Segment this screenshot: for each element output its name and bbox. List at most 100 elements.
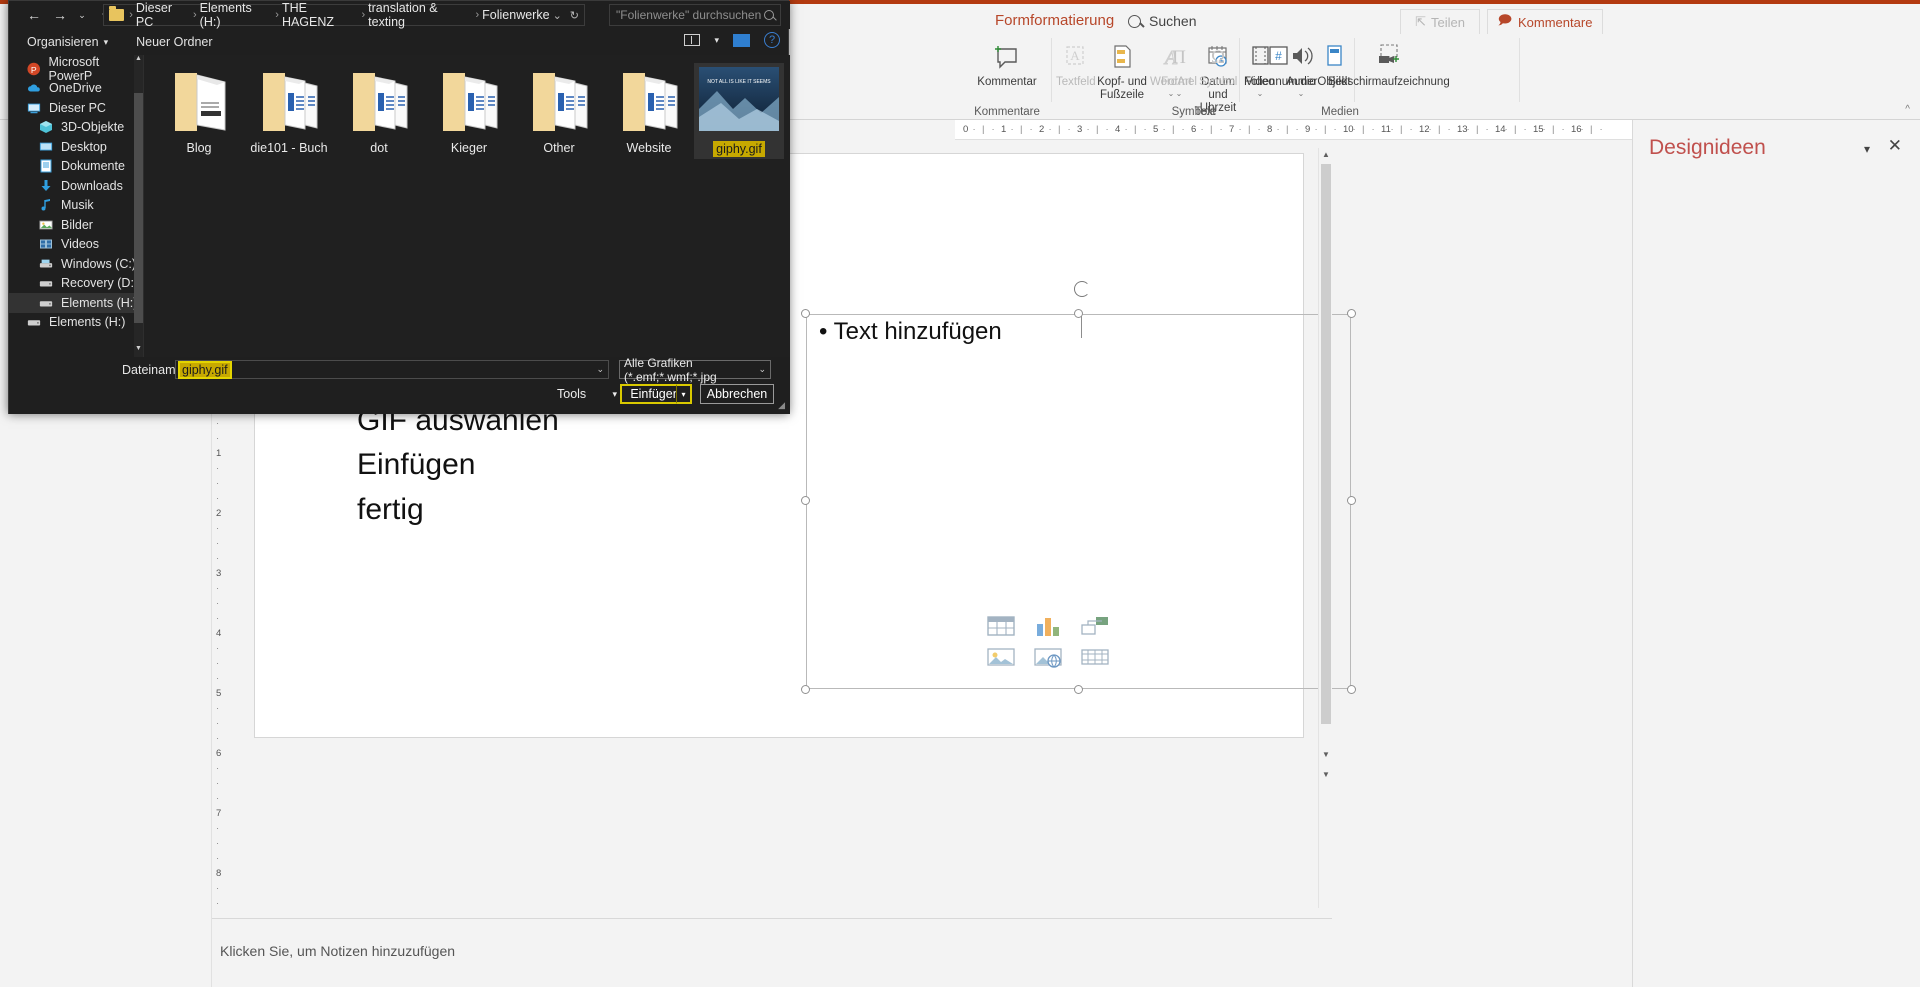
file-item-website[interactable]: Website [604, 63, 694, 159]
scroll-up-icon[interactable]: ▲ [1319, 148, 1333, 162]
comments-button[interactable]: 🗩 Kommentare [1487, 9, 1603, 35]
folder-icon [263, 73, 318, 131]
file-item-giphy-gif-selected[interactable]: NOT ALL IS LIKE IT SEEMS giphy.gif [694, 63, 784, 159]
breadcrumb-bar[interactable]: › Dieser PC › Elements (H:) › THE HAGENZ… [103, 1, 585, 29]
ribbon-item-video[interactable]: Video ⌄ [1240, 36, 1280, 98]
collapse-ribbon-icon[interactable]: ^ [1905, 104, 1910, 115]
slide-body-text[interactable]: GIF auswählen Einfügen fertig [357, 399, 559, 532]
chevron-down-icon[interactable]: ▾ [104, 37, 109, 48]
file-item-blog[interactable]: Blog [154, 63, 244, 159]
tools-button[interactable]: Tools ▾ [557, 385, 617, 403]
file-item-kieger[interactable]: Kieger [424, 63, 514, 159]
file-list-area[interactable]: Blog die101 - Buch dot Kieger Other Webs… [143, 55, 790, 357]
back-button[interactable]: ← [21, 2, 47, 28]
resize-handle-n[interactable] [1074, 309, 1083, 318]
chevron-down-icon[interactable]: ⌄ [1280, 89, 1322, 98]
ribbon-item-audio[interactable]: Audio ⌄ [1280, 36, 1322, 98]
chevron-down-icon[interactable]: ▾ [714, 35, 719, 46]
recent-locations-button[interactable]: ⌄ [73, 2, 91, 28]
insert-chart-icon[interactable] [1033, 614, 1063, 638]
sidebar-item-elements-h-selected[interactable]: Elements (H:) [9, 293, 143, 313]
ribbon-item-kommentar[interactable]: Kommentar [976, 36, 1038, 89]
resize-handle-ne[interactable] [1347, 309, 1356, 318]
resize-handle-s[interactable] [1074, 685, 1083, 694]
chevron-down-icon[interactable]: ⌄ [596, 364, 604, 375]
breadcrumb-item[interactable]: THE HAGENZ [282, 1, 359, 29]
sidebar-item-downloads[interactable]: Downloads [9, 176, 143, 196]
tab-formformatierung[interactable]: Formformatierung [995, 12, 1114, 29]
scrollbar-thumb[interactable] [1321, 164, 1331, 724]
ribbon-item-kopf-fusszeile[interactable]: Kopf- und Fußzeile [1095, 36, 1149, 102]
search-input[interactable]: "Folienwerke" durchsuchen [609, 4, 781, 26]
insert-online-picture-icon[interactable] [1033, 645, 1063, 669]
scrollbar-thumb[interactable] [134, 93, 143, 323]
share-button[interactable]: ⇱ Teilen [1400, 9, 1480, 35]
file-item-other[interactable]: Other [514, 63, 604, 159]
placeholder-prompt-text: • Text hinzufügen [819, 318, 1002, 345]
resize-handle-e[interactable] [1347, 496, 1356, 505]
refresh-icon[interactable]: ↻ [570, 9, 579, 22]
chevron-down-icon[interactable]: ⌄ [1240, 89, 1280, 98]
ribbon-item-formel[interactable]: Π Formel ⌄ [1160, 36, 1198, 98]
sidebar-item-powerpoint[interactable]: P Microsoft PowerP [9, 55, 143, 83]
resize-handle-se[interactable] [1347, 685, 1356, 694]
scroll-up-icon[interactable]: ▲ [134, 55, 143, 67]
ribbon-item-symbol[interactable]: Ω Symbol [1198, 36, 1238, 89]
filename-input[interactable]: giphy.gif ⌄ [175, 360, 609, 379]
ribbon-search[interactable]: Suchen [1128, 13, 1196, 29]
breadcrumb-item[interactable]: Elements (H:) [200, 1, 273, 29]
resize-handle-sw[interactable] [801, 685, 810, 694]
ruler-minor-tick: | [1248, 124, 1251, 135]
sidebar-item-videos[interactable]: Videos [9, 235, 143, 255]
ribbon-item-textfeld[interactable]: A Textfeld [1055, 36, 1096, 89]
breadcrumb-item[interactable]: translation & texting [368, 1, 472, 29]
organize-button[interactable]: Organisieren [27, 35, 99, 49]
sidebar-item-3d-objekte[interactable]: 3D-Objekte [9, 118, 143, 138]
close-icon[interactable]: ✕ [1888, 136, 1902, 156]
insert-dropdown-button[interactable]: ▾ [676, 384, 692, 404]
preview-pane-icon[interactable] [733, 33, 750, 47]
sidebar-scrollbar[interactable]: ▲ ▼ [134, 55, 143, 357]
sidebar-item-elements-h[interactable]: Elements (H:) [9, 313, 143, 333]
rotate-handle[interactable] [1074, 281, 1090, 338]
file-item-dot[interactable]: dot [334, 63, 424, 159]
sidebar-item-windows-c[interactable]: Windows (C:) [9, 254, 143, 274]
ruler-minor-tick: · [1010, 124, 1014, 135]
insert-smartart-icon[interactable] [1080, 614, 1110, 638]
scroll-down-icon[interactable]: ▼ [1319, 748, 1333, 762]
resize-grip-icon[interactable]: ◢ [778, 400, 785, 411]
chevron-down-icon[interactable]: ⌄ [553, 9, 562, 22]
chevron-down-icon[interactable]: ▾ [1864, 142, 1870, 156]
filetype-select[interactable]: Alle Grafiken (*.emf;*.wmf;*.jpg ⌄ [619, 356, 771, 384]
file-item-die101-buch[interactable]: die101 - Buch [244, 63, 334, 159]
resize-handle-nw[interactable] [801, 309, 810, 318]
chevron-down-icon[interactable]: ⌄ [758, 364, 766, 375]
content-placeholder[interactable]: • Text hinzufügen [801, 281, 1356, 694]
chevron-down-icon[interactable]: ▾ [612, 389, 617, 400]
notes-pane[interactable]: Klicken Sie, um Notizen hinzuzufügen [212, 908, 1332, 987]
sidebar-item-dokumente[interactable]: Dokumente [9, 157, 143, 177]
ruler-tick: 6 [1191, 124, 1197, 135]
sidebar-item-musik[interactable]: Musik [9, 196, 143, 216]
filetype-value: Alle Grafiken (*.emf;*.wmf;*.jpg [624, 355, 717, 384]
cancel-button[interactable]: Abbrechen [700, 384, 774, 404]
sidebar-item-bilder[interactable]: Bilder [9, 215, 143, 235]
insert-table-icon[interactable] [986, 614, 1016, 638]
insert-picture-icon[interactable] [986, 645, 1016, 669]
forward-button[interactable]: → [47, 2, 73, 28]
help-icon[interactable]: ? [764, 32, 780, 48]
sidebar-item-this-pc[interactable]: Dieser PC [9, 98, 143, 118]
view-layout-icon[interactable] [684, 34, 701, 46]
next-slide-icon[interactable]: ▼ [1319, 768, 1333, 782]
sidebar-item-desktop[interactable]: Desktop [9, 137, 143, 157]
scroll-down-icon[interactable]: ▼ [134, 345, 143, 357]
resize-handle-w[interactable] [801, 496, 810, 505]
slide-vertical-scrollbar[interactable]: ▲ ▼ ▼ [1318, 148, 1332, 908]
ribbon-item-bildschirmaufzeichnung[interactable]: Bildschirmaufzeichnung [1324, 36, 1454, 89]
new-folder-button[interactable]: Neuer Ordner [136, 35, 212, 49]
breadcrumb-item[interactable]: Folienwerke [482, 8, 549, 22]
insert-video-icon[interactable] [1080, 645, 1110, 669]
breadcrumb-item[interactable]: Dieser PC [136, 1, 190, 29]
chevron-down-icon[interactable]: ⌄ [1160, 89, 1198, 98]
sidebar-item-recovery-d[interactable]: Recovery (D:) [9, 274, 143, 294]
